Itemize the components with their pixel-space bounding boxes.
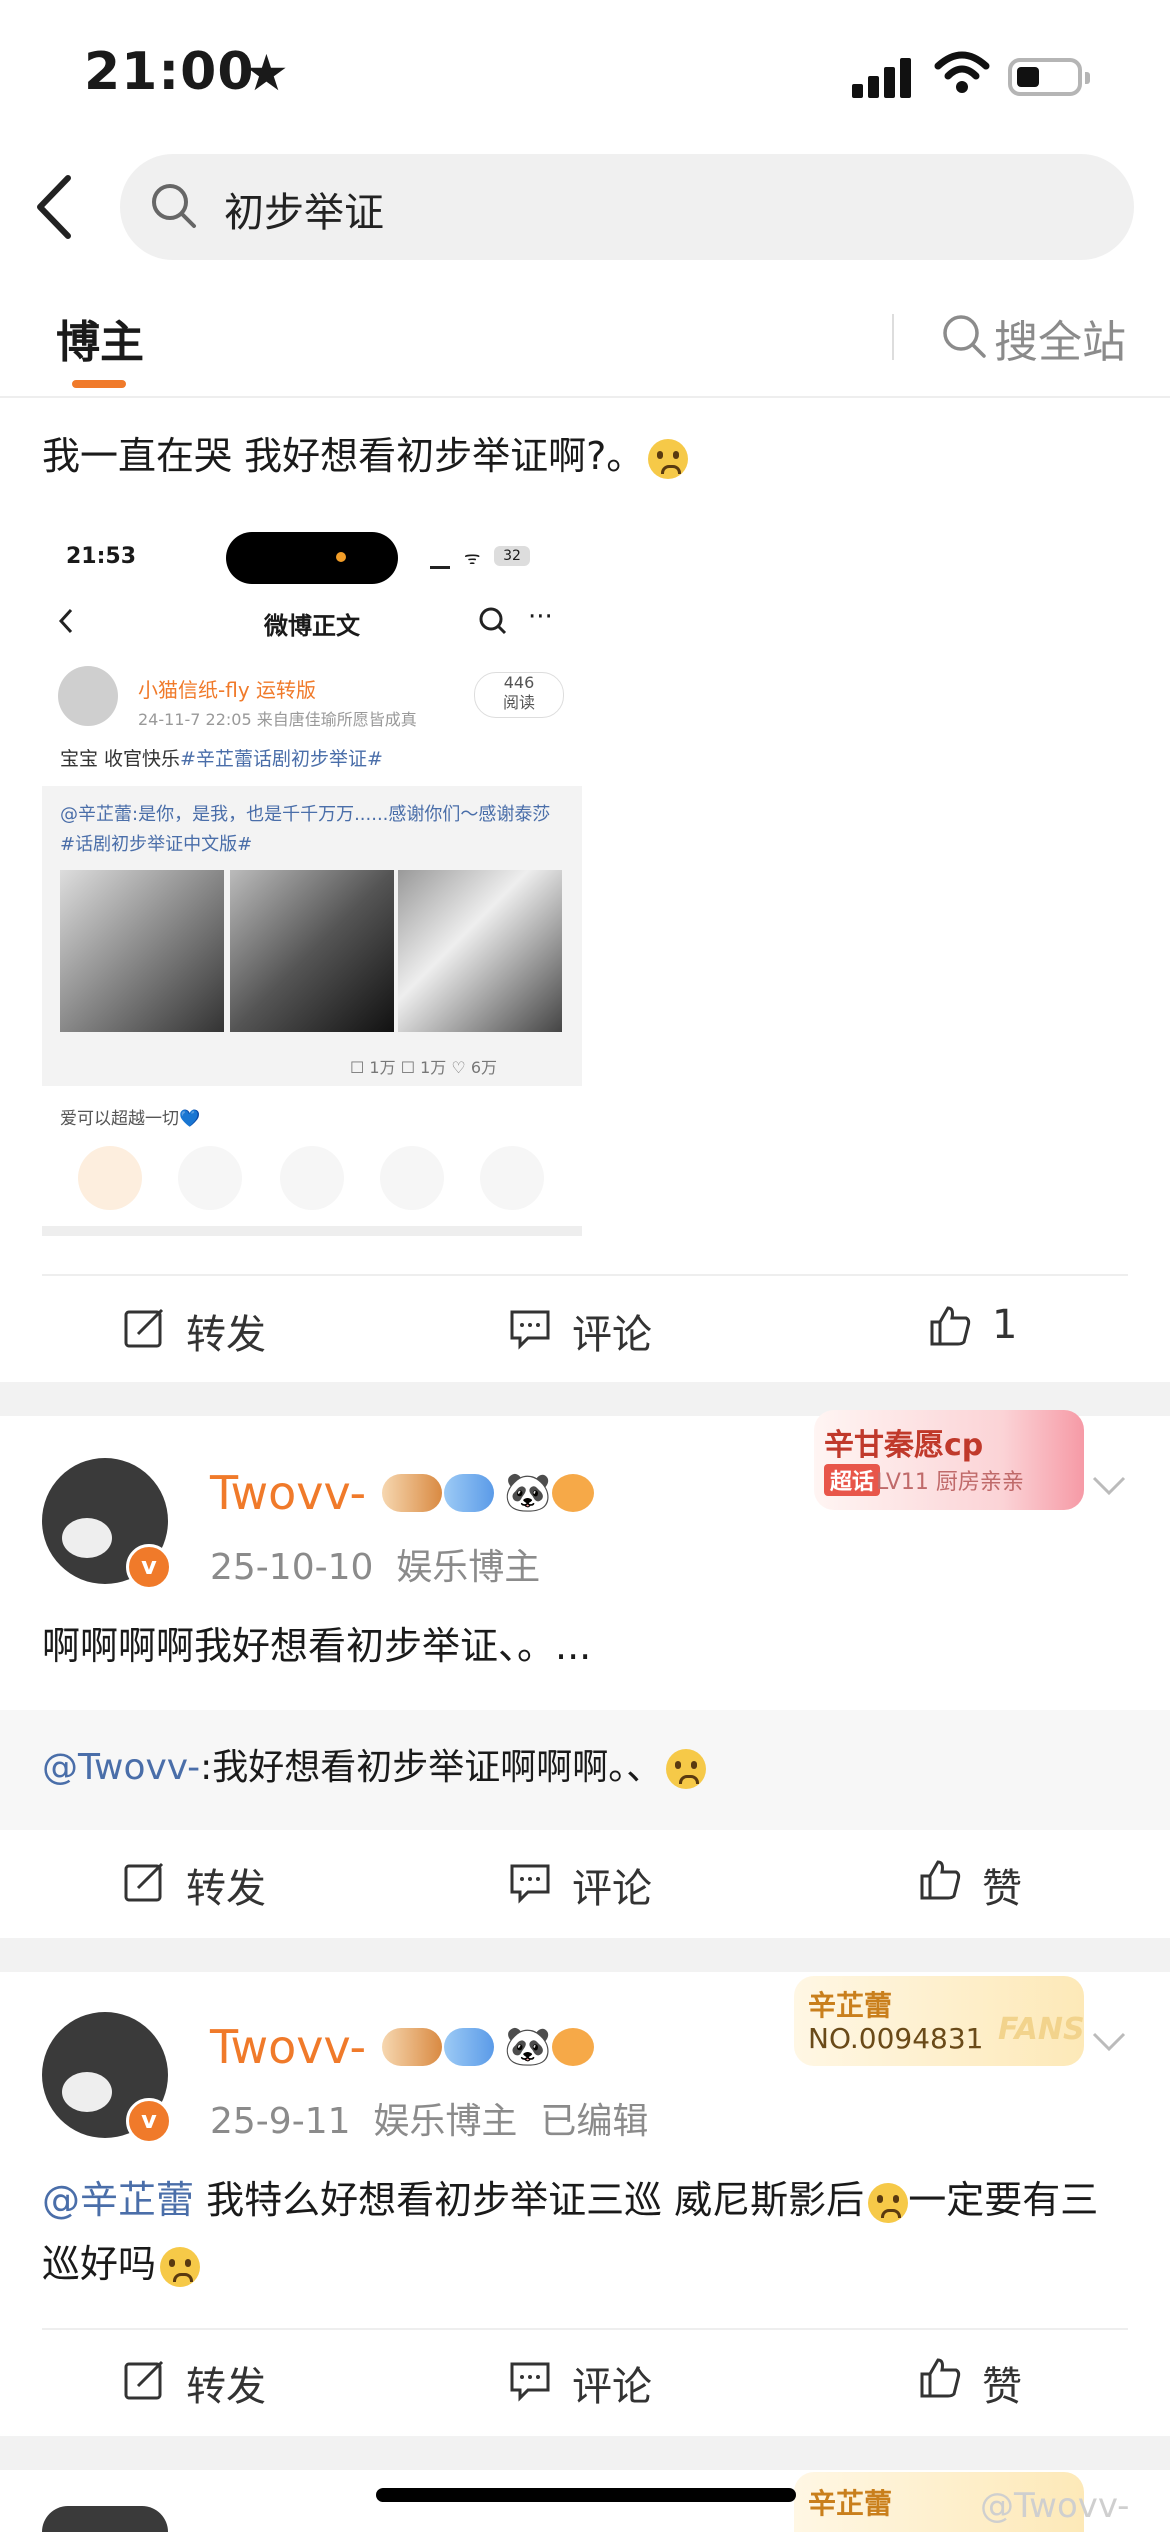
divider — [0, 396, 1170, 398]
username[interactable]: Twovv- — [210, 2020, 366, 2074]
share-qq-icon — [380, 1146, 444, 1210]
chevron-down-icon[interactable] — [1092, 1476, 1126, 1496]
tab-indicator — [72, 380, 126, 388]
post-text: 啊啊啊啊我好想看初步举证、。... — [42, 1624, 592, 1668]
verified-badge-icon: v — [126, 1544, 172, 1590]
status-time: 21:00 — [84, 42, 255, 102]
wifi-icon — [934, 51, 990, 93]
member-badge-icon — [382, 2028, 442, 2066]
fans-badge[interactable]: 辛芷蕾 NO.0094831 FANS — [794, 1976, 1085, 2066]
tab-blogger[interactable]: 博主 — [56, 306, 144, 370]
embedded-meta: 24-11-7 22:05 来自唐佳瑜所愿皆成真 — [138, 710, 417, 729]
embedded-caption: 爱可以超越一切💙 — [60, 1109, 201, 1129]
like-icon — [920, 2358, 961, 2398]
like-icon — [930, 1306, 971, 1346]
embedded-repost: @辛芷蕾:是你，是我，也是千千万万......感谢你们～感谢泰莎#话剧初步举证中… — [60, 804, 551, 855]
comment-icon — [510, 1864, 550, 1904]
embedded-title: 微博正文 — [264, 612, 360, 640]
fish-icon — [552, 1474, 594, 1512]
embedded-time: 21:53 — [66, 544, 137, 569]
panda-icon: 🐼 — [504, 2024, 552, 2068]
battery-icon — [1008, 58, 1090, 96]
post-text: 我一直在哭 我好想看初步举证啊?。 — [42, 424, 689, 488]
panda-icon: 🐼 — [504, 1470, 552, 1514]
repost-button[interactable]: 转发 — [186, 2354, 266, 2412]
username[interactable]: Twovv- — [210, 1466, 366, 1520]
like-button[interactable]: 赞 — [982, 2354, 1022, 2412]
tab-divider — [892, 314, 894, 360]
dynamic-island — [226, 532, 398, 584]
island-dot — [336, 552, 346, 562]
embedded-search-icon — [479, 607, 507, 635]
post-text: @辛芷蕾 我特么好想看初步举证三巡 威尼斯影后 一定要有三巡好吗 — [42, 2178, 1099, 2287]
share-save-icon — [480, 1146, 544, 1210]
share-wechat-icon — [178, 1146, 242, 1210]
tab-search-site[interactable]: 搜全站 — [994, 306, 1126, 370]
post-separator — [0, 2436, 1170, 2470]
pleading-emoji-icon — [160, 2246, 201, 2287]
supertopic-badge[interactable]: 辛甘秦愿cp 超话 LV11 厨房亲亲 — [814, 1410, 1084, 1510]
divider — [42, 1274, 1128, 1276]
crying-emoji-icon — [666, 1749, 707, 1789]
like-button[interactable]: 赞 — [982, 1856, 1022, 1914]
facepalm-emoji-icon — [868, 2182, 909, 2223]
embedded-back-icon — [58, 608, 73, 634]
avatar[interactable] — [42, 2506, 168, 2532]
star-icon: ★ — [244, 44, 289, 102]
share-moments-icon — [280, 1146, 344, 1210]
post-separator — [0, 1938, 1170, 1972]
mention-link[interactable]: @辛芷蕾 — [42, 2178, 194, 2222]
repost-button[interactable]: 转发 — [186, 1302, 266, 1360]
watermark: @Twovv- — [980, 2486, 1130, 2526]
crying-emoji-icon — [648, 438, 689, 479]
verified-badge-icon: v — [126, 2098, 172, 2144]
embedded-bottom-bar — [42, 1226, 582, 1236]
search-icon — [152, 184, 196, 228]
comment-button[interactable]: 评论 — [572, 2354, 652, 2412]
embedded-text: 宝宝 收官快乐#辛芷蕾话剧初步举证# — [60, 748, 383, 770]
comment-button[interactable]: 评论 — [572, 1856, 652, 1914]
level-badge-icon — [444, 2028, 494, 2066]
embedded-avatar — [58, 666, 118, 726]
comment-icon — [510, 2362, 550, 2402]
embedded-battery: 32 — [494, 546, 530, 566]
share-weibo-icon — [78, 1146, 142, 1210]
search-query[interactable]: 初步举证 — [224, 180, 384, 238]
search-site-icon — [943, 315, 986, 358]
embedded-counts: ☐ 1万 ☐ 1万 ♡ 6万 — [350, 1058, 498, 1077]
divider — [42, 2328, 1128, 2330]
repost-icon — [124, 1308, 164, 1348]
repost-icon — [124, 1862, 164, 1902]
repost-button[interactable]: 转发 — [186, 1856, 266, 1914]
post-meta: 25-10-10 娱乐博主 — [210, 1547, 541, 1588]
chevron-down-icon[interactable] — [1092, 2032, 1126, 2052]
back-icon[interactable] — [30, 172, 80, 242]
member-badge-icon — [382, 1474, 442, 1512]
like-count[interactable]: 1 — [992, 1302, 1017, 1348]
embedded-photo-2 — [230, 870, 394, 1032]
repost-text: @Twovv-:我好想看初步举证啊啊啊。、 — [42, 1736, 707, 1800]
post-meta: 25-9-11 娱乐博主 已编辑 — [210, 2101, 649, 2142]
embedded-photo-3 — [398, 870, 562, 1032]
embedded-photo-1 — [60, 870, 224, 1032]
embedded-reads: 446 阅读 — [474, 672, 564, 718]
embedded-status-icons: ᯤ 32 — [430, 546, 540, 569]
like-icon — [920, 1860, 961, 1900]
comment-button[interactable]: 评论 — [572, 1302, 652, 1360]
home-indicator — [376, 2488, 796, 2502]
embedded-author: 小猫信纸-fly 运转版 — [138, 678, 317, 702]
level-badge-icon — [444, 1474, 494, 1512]
comment-icon — [510, 1310, 550, 1350]
fish-icon — [552, 2028, 594, 2066]
repost-icon — [124, 2360, 164, 2400]
embedded-more-icon: ··· — [528, 602, 553, 632]
signal-icon — [852, 56, 912, 98]
